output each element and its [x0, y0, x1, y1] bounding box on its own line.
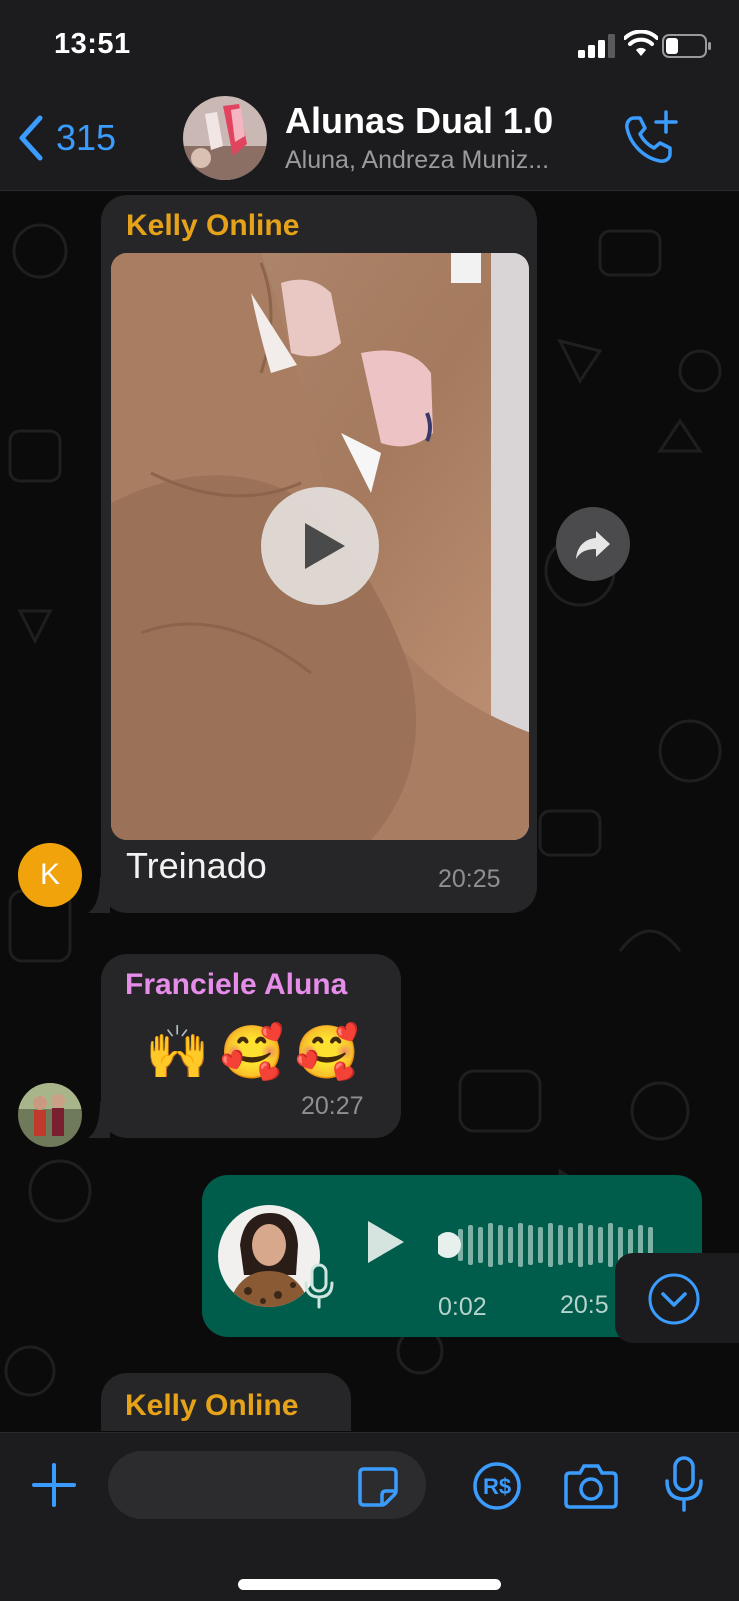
- emoji-text: 🙌🥰🥰: [145, 1024, 370, 1082]
- play-icon: [305, 523, 345, 569]
- bubble-tail: [88, 877, 110, 913]
- phone-plus-icon[interactable]: [622, 108, 680, 166]
- status-time: 13:51: [54, 28, 131, 60]
- partial-message[interactable]: Kelly Online: [101, 1373, 351, 1431]
- message-time: 20:25: [438, 865, 501, 893]
- group-members[interactable]: Aluna, Andreza Muniz...: [285, 146, 549, 175]
- sender-avatar[interactable]: K: [18, 843, 82, 907]
- unread-count: 315: [56, 117, 117, 158]
- sender-name: Kelly Online: [126, 209, 300, 242]
- sender-name: Kelly Online: [125, 1389, 299, 1422]
- composer-bar: R$: [0, 1432, 739, 1601]
- chevron-left-icon: [19, 115, 43, 161]
- message-list[interactable]: Kelly Online Treinado 20:25 K Franciele …: [0, 191, 739, 1431]
- forward-button[interactable]: [556, 507, 630, 581]
- group-avatar[interactable]: [183, 96, 267, 180]
- home-indicator[interactable]: [238, 1579, 501, 1590]
- svg-text:R$: R$: [483, 1474, 511, 1499]
- cellular-signal-icon: [578, 34, 615, 58]
- play-icon[interactable]: [364, 1217, 408, 1267]
- microphone-icon[interactable]: [662, 1455, 706, 1513]
- real-currency-icon[interactable]: R$: [472, 1461, 522, 1511]
- message-time: 20:5: [560, 1291, 609, 1319]
- chat-header: 13:51 315 Alunas Dual 1.0 Aluna, Andreza: [0, 0, 739, 191]
- message-caption: Treinado: [126, 845, 267, 886]
- play-video-button[interactable]: [261, 487, 379, 605]
- scroll-to-bottom-button[interactable]: [615, 1253, 739, 1343]
- battery-icon: [662, 34, 711, 58]
- voice-duration: 0:02: [438, 1293, 487, 1321]
- avatar-initial: K: [39, 858, 60, 891]
- message-time: 20:27: [301, 1092, 364, 1120]
- chevron-down-circle-icon: [648, 1273, 700, 1325]
- bubble-tail: [88, 1102, 110, 1138]
- back-button[interactable]: 315: [16, 110, 116, 166]
- forward-icon: [576, 531, 610, 559]
- sticker-icon[interactable]: [356, 1465, 400, 1509]
- plus-icon[interactable]: [30, 1461, 78, 1509]
- group-title[interactable]: Alunas Dual 1.0: [285, 100, 553, 142]
- sender-name: Franciele Aluna: [125, 968, 348, 1001]
- emoji-message[interactable]: Franciele Aluna 🙌🥰🥰 20:27: [101, 954, 401, 1138]
- video-message[interactable]: Kelly Online Treinado 20:25: [101, 195, 537, 913]
- sender-avatar[interactable]: [18, 1083, 82, 1147]
- video-thumbnail[interactable]: [111, 253, 529, 840]
- camera-icon[interactable]: [564, 1463, 618, 1509]
- microphone-icon: [304, 1263, 334, 1309]
- wifi-icon: [624, 30, 658, 56]
